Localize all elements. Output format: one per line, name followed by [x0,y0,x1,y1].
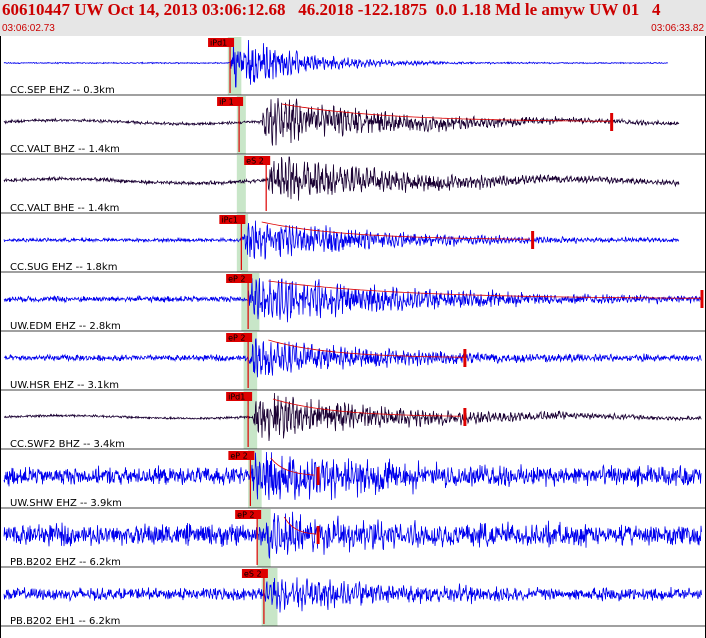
coda-curve [268,339,465,358]
trace-row[interactable]: iPc1 CC.SUG EHZ -- 1.8km [0,214,706,273]
waveform-trace [3,392,702,442]
trace-row[interactable]: iPd1 CC.SWF2 BHZ -- 3.4km [0,391,706,450]
pick-label: eP 2 [228,334,245,343]
trace-row[interactable]: eS 2 CC.VALT BHE -- 1.4km [0,155,706,214]
record-header: 60610447 UW Oct 14, 2013 03:06:12.68 46.… [0,0,706,36]
waveform-trace [3,278,702,323]
waveform-trace [3,220,680,260]
waveform-trace [3,156,680,201]
waveform-trace [3,511,702,559]
event-title: 60610447 UW Oct 14, 2013 03:06:12.68 46.… [2,0,661,19]
trace-row[interactable]: eP 2 UW.SHW EHZ -- 3.9km [0,450,706,509]
trace-row[interactable]: eS 2 PB.B202 EH1 -- 6.2km [0,568,706,627]
coda-curve [268,280,701,299]
pick-label: eS 2 [246,157,264,166]
coda-end-marker [610,113,614,131]
seismogram-panel[interactable]: iPd1 CC.SEP EHZ -- 0.3km iP 1 CC.VALT BHZ -… [0,36,706,638]
pick-label: iP 1 [219,98,234,107]
trace-row[interactable]: eP 2 UW.HSR EHZ -- 3.1km [0,332,706,391]
channel-label: CC.SEP EHZ -- 0.3km [10,85,115,96]
coda-end-marker [316,467,320,485]
waveform-trace [3,577,702,613]
channel-label: CC.VALT BHZ -- 1.4km [10,144,120,155]
seismogram-chart[interactable]: iPd1 CC.SEP EHZ -- 0.3km iP 1 CC.VALT BHZ -… [0,36,706,638]
waveform-trace [3,97,680,146]
pick-label: eP 2 [228,275,245,284]
channel-label: PB.B202 EHZ -- 6.2km [10,557,121,568]
pick-label: eP 2 [237,511,254,520]
coda-end-marker [316,526,320,544]
pick-label: iPc1 [221,216,238,225]
channel-label: PB.B202 EH1 -- 6.2km [10,616,120,627]
channel-label: CC.VALT BHE -- 1.4km [10,203,119,214]
trace-row[interactable]: iP 1 CC.VALT BHZ -- 1.4km [0,96,706,155]
channel-label: UW.EDM EHZ -- 2.8km [10,321,121,332]
channel-label: UW.HSR EHZ -- 3.1km [10,380,119,391]
end-time: 03:06:33.82 [651,23,704,34]
coda-end-marker [463,349,467,367]
coda-end-marker [531,231,535,249]
channel-label: CC.SWF2 BHZ -- 3.4km [10,439,125,450]
pick-label: iPd1 [210,39,227,48]
start-time: 03:06:02.73 [2,23,55,34]
trace-row[interactable]: iPd1 CC.SEP EHZ -- 0.3km [0,37,706,96]
coda-end-marker [700,290,704,308]
coda-end-marker [463,408,467,426]
trace-row[interactable]: eP 2 PB.B202 EHZ -- 6.2km [0,509,706,568]
waveform-trace [3,451,702,501]
channel-label: CC.SUG EHZ -- 1.8km [10,262,117,273]
trace-row[interactable]: eP 2 UW.EDM EHZ -- 2.8km [0,273,706,332]
pick-label: eP 2 [230,452,247,461]
waveform-trace [3,39,669,88]
channel-label: UW.SHW EHZ -- 3.9km [10,498,122,509]
pick-label: iPd1 [228,393,245,402]
pick-label: eS 2 [244,570,262,579]
waveform-trace [3,338,702,378]
